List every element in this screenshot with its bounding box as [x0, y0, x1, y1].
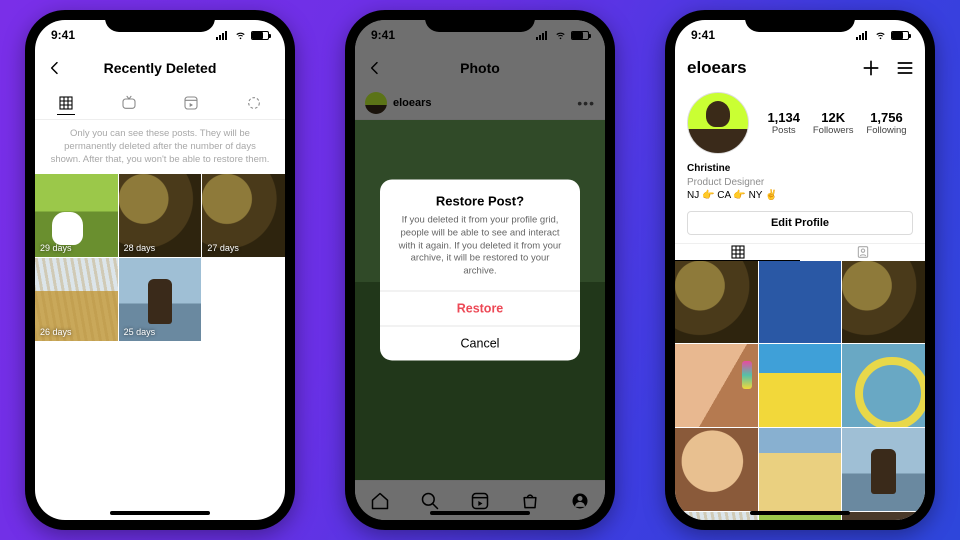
- notch: [425, 10, 535, 32]
- profile-tabs: [675, 243, 925, 261]
- post-tile[interactable]: [842, 428, 925, 511]
- deleted-tile[interactable]: 29 days: [35, 174, 118, 257]
- days-label: 25 days: [124, 327, 156, 337]
- profile-header: 1,134Posts 12KFollowers 1,756Following: [675, 86, 925, 162]
- post-tile[interactable]: [675, 261, 758, 344]
- tab-grid[interactable]: [675, 244, 800, 261]
- stat-posts[interactable]: 1,134Posts: [767, 110, 800, 136]
- modal-title: Restore Post?: [380, 179, 580, 214]
- tab-igtv[interactable]: [120, 94, 138, 112]
- deleted-tile[interactable]: 27 days: [202, 174, 285, 257]
- days-label: 26 days: [40, 327, 72, 337]
- status-time: 9:41: [691, 28, 715, 42]
- status-time: 9:41: [51, 28, 75, 42]
- bio-category: Product Designer: [687, 176, 913, 190]
- notch: [745, 10, 855, 32]
- notch: [105, 10, 215, 32]
- deleted-tile[interactable]: 25 days: [119, 258, 202, 341]
- post-tile[interactable]: [842, 512, 925, 520]
- battery-icon: [251, 31, 269, 40]
- bio-name: Christine: [687, 162, 913, 176]
- tab-stories[interactable]: [245, 94, 263, 112]
- restore-button[interactable]: Restore: [380, 291, 580, 326]
- bio-location: NJ 👉 CA 👉 NY ✌️: [687, 189, 913, 203]
- post-tile[interactable]: [759, 344, 842, 427]
- deleted-tile[interactable]: 28 days: [119, 174, 202, 257]
- stat-followers[interactable]: 12KFollowers: [813, 110, 854, 136]
- post-tile[interactable]: [842, 261, 925, 344]
- days-label: 29 days: [40, 243, 72, 253]
- phone-restore-modal: 9:41 Photo eloears •••: [345, 10, 615, 530]
- modal-body: If you deleted it from your profile grid…: [380, 214, 580, 290]
- wifi-icon: [874, 30, 887, 40]
- profile-username[interactable]: eloears: [687, 58, 747, 78]
- new-post-icon[interactable]: [861, 58, 881, 78]
- deleted-grid: 29 days 28 days 27 days 26 days 25 days: [35, 174, 285, 340]
- post-tile[interactable]: [759, 261, 842, 344]
- nav-bar: Recently Deleted: [35, 50, 285, 86]
- tab-tagged[interactable]: [800, 244, 925, 261]
- profile-bio: Christine Product Designer NJ 👉 CA 👉 NY …: [675, 162, 925, 211]
- restore-modal: Restore Post? If you deleted it from you…: [380, 179, 580, 360]
- phone-recently-deleted: 9:41 Recently Deleted: [25, 10, 295, 530]
- days-label: 28 days: [124, 243, 156, 253]
- signal-icon: [216, 30, 230, 40]
- edit-profile-button[interactable]: Edit Profile: [687, 211, 913, 235]
- post-tile[interactable]: [842, 344, 925, 427]
- post-tile[interactable]: [675, 428, 758, 511]
- home-indicator-icon: [110, 511, 210, 515]
- battery-icon: [891, 31, 909, 40]
- home-indicator-icon: [750, 511, 850, 515]
- page-title: Recently Deleted: [104, 60, 217, 76]
- stat-following[interactable]: 1,756Following: [866, 110, 906, 136]
- post-tile[interactable]: [675, 512, 758, 520]
- menu-icon[interactable]: [895, 58, 915, 78]
- tab-grid[interactable]: [57, 97, 75, 115]
- tab-reels[interactable]: [182, 94, 200, 112]
- profile-avatar[interactable]: [687, 92, 749, 154]
- deleted-tile[interactable]: 26 days: [35, 258, 118, 341]
- phone-profile: 9:41 eloears 1,134Posts 12KFollowers 1,7…: [665, 10, 935, 530]
- nav-bar: eloears: [675, 50, 925, 86]
- info-text: Only you can see these posts. They will …: [35, 120, 285, 174]
- back-icon[interactable]: [47, 60, 63, 76]
- post-tile[interactable]: [675, 344, 758, 427]
- media-type-tabs: [35, 86, 285, 120]
- signal-icon: [856, 30, 870, 40]
- cancel-button[interactable]: Cancel: [380, 326, 580, 361]
- profile-grid: [675, 261, 925, 521]
- days-label: 27 days: [207, 243, 239, 253]
- wifi-icon: [234, 30, 247, 40]
- post-tile[interactable]: [759, 428, 842, 511]
